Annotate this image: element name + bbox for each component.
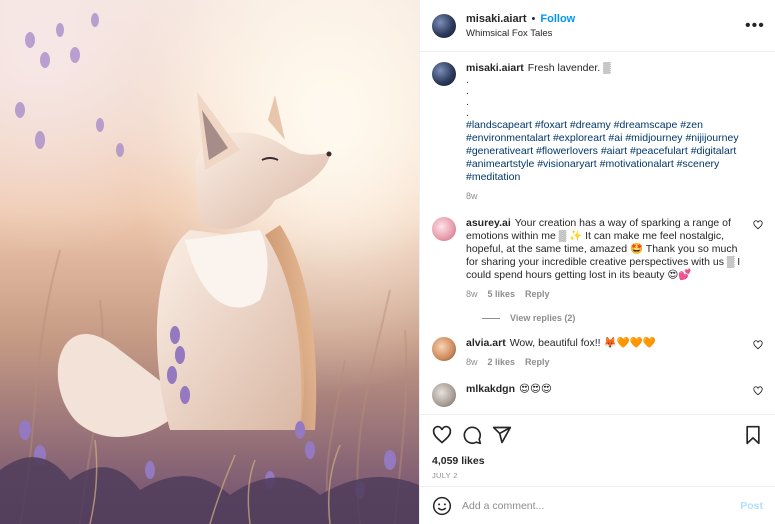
add-comment-input[interactable]: [462, 499, 741, 512]
caption-body: misaki.aiart Fresh lavender. ▒ . . . . #l…: [466, 62, 763, 203]
action-icons: [420, 415, 775, 445]
more-options-icon[interactable]: •••: [745, 17, 764, 33]
caption-age[interactable]: 8w: [466, 190, 478, 203]
comment-age[interactable]: 8w: [466, 356, 478, 369]
caption-text: Fresh lavender. ▒: [527, 62, 611, 74]
comment-username[interactable]: mlkakdgn: [466, 383, 515, 395]
comment-text: Wow, beautiful fox!! 🦊🧡🧡🧡: [509, 337, 656, 349]
emoji-icon[interactable]: [432, 496, 452, 516]
comment-body: alvia.art Wow, beautiful fox!! 🦊🧡🧡🧡 8w 2 …: [466, 337, 749, 369]
likes-count[interactable]: 4,059 likes: [420, 455, 775, 467]
comment-likes[interactable]: 5 likes: [488, 288, 516, 301]
view-replies-label: View replies (2): [510, 313, 576, 323]
caption-dots: . . . .: [466, 75, 763, 119]
author-username[interactable]: misaki.aiart: [466, 13, 527, 25]
comment-body: mlkakdgn 😍😍😍: [466, 383, 749, 407]
comment-text: 😍😍😍: [519, 383, 552, 395]
comment-icon[interactable]: [462, 425, 482, 445]
author-line: misaki.aiart • Follow: [466, 13, 745, 25]
comment-meta: 8w 5 likes Reply: [466, 288, 749, 301]
post-sidebar: misaki.aiart • Follow Whimsical Fox Tale…: [419, 0, 775, 524]
reply-button[interactable]: Reply: [525, 288, 550, 301]
caption-dot: .: [466, 74, 469, 86]
comment-age[interactable]: 8w: [466, 288, 478, 301]
post-image[interactable]: [0, 0, 419, 524]
comment-heart-icon[interactable]: [749, 217, 763, 301]
comments-list[interactable]: misaki.aiart Fresh lavender. ▒ . . . . #l…: [420, 52, 775, 414]
commenter-avatar[interactable]: [432, 337, 456, 361]
share-icon[interactable]: [492, 425, 512, 445]
caption-hashtags[interactable]: #landscapeart #foxart #dreamy #dreamscap…: [466, 119, 763, 184]
view-replies-button[interactable]: View replies (2): [482, 313, 763, 323]
follow-button[interactable]: Follow: [540, 13, 575, 25]
author-avatar[interactable]: [432, 13, 456, 38]
caption: misaki.aiart Fresh lavender. ▒ . . . . #l…: [432, 62, 763, 203]
heart-icon[interactable]: [432, 425, 452, 445]
replies-line: [482, 317, 500, 319]
caption-meta: 8w: [466, 190, 763, 203]
reply-button[interactable]: Reply: [525, 356, 550, 369]
comment-heart-icon[interactable]: [749, 383, 763, 407]
caption-dot: .: [466, 85, 469, 97]
commenter-avatar[interactable]: [432, 383, 456, 407]
comment-body: asurey.ai Your creation has a way of spar…: [466, 217, 749, 301]
comment-heart-icon[interactable]: [749, 337, 763, 369]
comment-item: asurey.ai Your creation has a way of spar…: [432, 217, 763, 301]
add-comment-bar: Post: [420, 486, 775, 524]
commenter-avatar[interactable]: [432, 217, 456, 241]
comment-username[interactable]: asurey.ai: [466, 217, 511, 229]
separator-dot: •: [531, 12, 536, 25]
caption-dot: .: [466, 96, 469, 108]
author-info: misaki.aiart • Follow Whimsical Fox Tale…: [466, 13, 745, 39]
comment-likes[interactable]: 2 likes: [488, 356, 516, 369]
post-subtitle[interactable]: Whimsical Fox Tales: [466, 28, 745, 39]
comment-meta: 8w 2 likes Reply: [466, 356, 749, 369]
comment-item: mlkakdgn 😍😍😍: [432, 383, 763, 407]
bookmark-icon[interactable]: [743, 425, 763, 445]
post-header: misaki.aiart • Follow Whimsical Fox Tale…: [420, 0, 775, 52]
post-date[interactable]: JULY 2: [420, 471, 775, 480]
fox-illustration: [0, 0, 419, 524]
caption-avatar[interactable]: [432, 62, 456, 86]
comment-username[interactable]: alvia.art: [466, 337, 506, 349]
post-actions: 4,059 likes JULY 2 Post: [420, 414, 775, 524]
comment-item: alvia.art Wow, beautiful fox!! 🦊🧡🧡🧡 8w 2 …: [432, 337, 763, 369]
caption-dot: .: [466, 107, 469, 119]
post-button[interactable]: Post: [740, 500, 763, 512]
caption-username[interactable]: misaki.aiart: [466, 62, 524, 74]
